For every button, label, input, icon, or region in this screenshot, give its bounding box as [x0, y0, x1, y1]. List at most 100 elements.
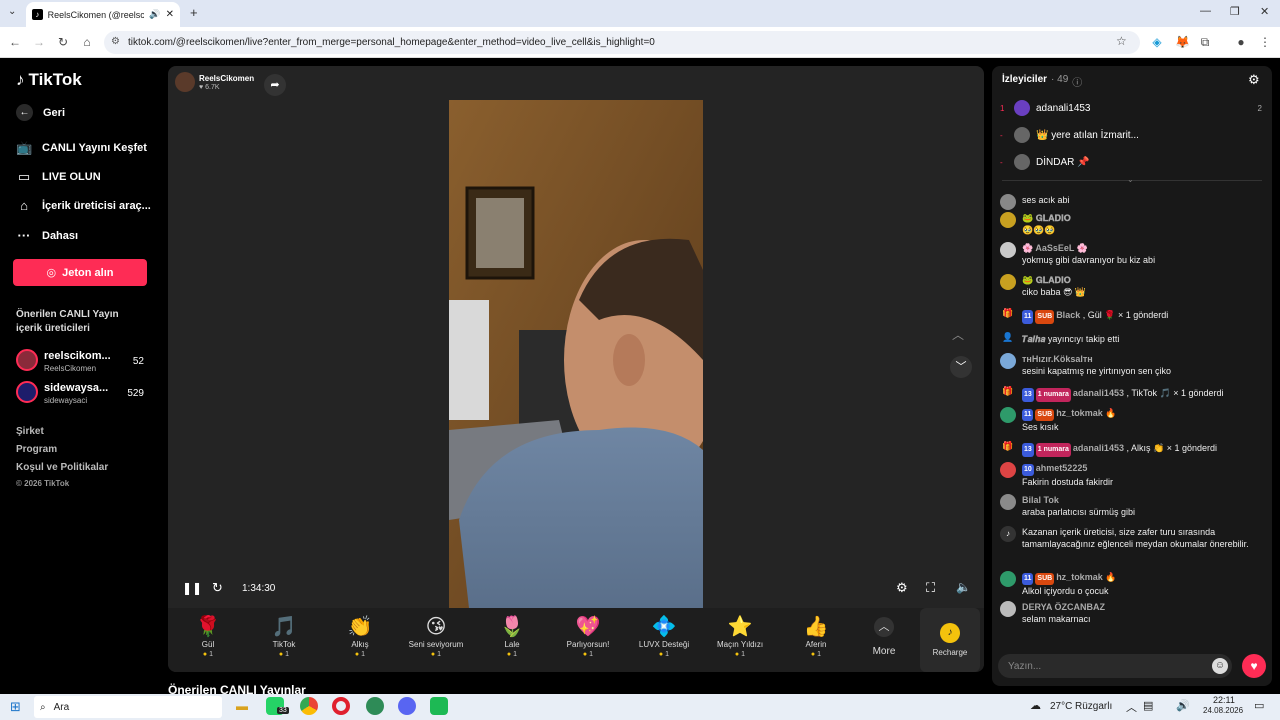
- username[interactable]: hz_tokmak 🔥: [1056, 408, 1116, 418]
- gift-cost: 1: [781, 651, 851, 658]
- site-info-icon[interactable]: ⚙: [111, 36, 120, 47]
- host-avatar[interactable]: [175, 72, 195, 92]
- emoji-icon[interactable]: ☺: [1212, 658, 1228, 674]
- avatar: [1000, 242, 1016, 258]
- tab-list-icon[interactable]: ⌄: [8, 6, 16, 17]
- gift-item[interactable]: ⭐ Maçın Yıldızı 1: [705, 614, 775, 658]
- collapse-chevron-icon[interactable]: ⌄: [1127, 175, 1134, 184]
- username[interactable]: 🐸 𝐆𝐋𝐀𝐃𝐈𝐎: [1022, 275, 1071, 285]
- app-icon[interactable]: [430, 697, 448, 715]
- nav-explore-live[interactable]: 📺 CANLI Yayını Keşfet: [16, 140, 147, 156]
- back-link[interactable]: ← Geri: [16, 104, 65, 121]
- username[interactable]: adanali1453: [1073, 388, 1124, 398]
- creator-handle: ReelsCikomen: [44, 364, 97, 373]
- restore-icon[interactable]: ❐: [1230, 5, 1240, 18]
- nav-go-live[interactable]: ▭ LIVE OLUN: [16, 169, 101, 185]
- close-window-icon[interactable]: ✕: [1260, 5, 1269, 18]
- notifications-icon[interactable]: ▭: [1254, 699, 1264, 712]
- windows-start-icon[interactable]: ⊞: [10, 699, 21, 715]
- taskbar-search[interactable]: ⌕ Ara: [34, 696, 222, 718]
- chrome-icon[interactable]: [300, 697, 318, 715]
- gift-item[interactable]: 💖 Parlıyorsun! 1: [553, 614, 623, 658]
- footer-terms-link[interactable]: Koşul ve Politikalar: [16, 462, 108, 473]
- suggested-creator[interactable]: sidewaysa... sidewaysaci 529: [16, 380, 148, 408]
- app-icon[interactable]: [366, 697, 384, 715]
- home-icon[interactable]: ⌂: [80, 35, 94, 49]
- username[interactable]: 𝑻𝒂𝒍𝒉𝒂: [1022, 334, 1045, 344]
- footer-company-link[interactable]: Şirket: [16, 426, 44, 437]
- username[interactable]: adanali1453: [1073, 443, 1124, 453]
- nav-creator-tools[interactable]: ⌂ İçerik üreticisi araç...: [16, 198, 151, 213]
- extension-icon[interactable]: ◈: [1150, 35, 1164, 49]
- top-viewer-row[interactable]: 1 adanali1453 2: [1000, 100, 1262, 116]
- fullscreen-icon[interactable]: ⛶: [926, 580, 935, 596]
- gift-item[interactable]: 🌹 Gül 1: [173, 614, 243, 658]
- forward-icon[interactable]: →: [32, 35, 46, 49]
- speaker-tray-icon[interactable]: 🔊: [1176, 699, 1190, 712]
- chat-message: 🐸 𝐆𝐋𝐀𝐃𝐈𝐎 🥹🥹🥹: [1000, 212, 1262, 236]
- next-stream-icon[interactable]: ﹀: [950, 356, 972, 378]
- discord-icon[interactable]: [398, 697, 416, 715]
- username[interactable]: тнHızır.Köksalтн: [1022, 354, 1093, 364]
- username[interactable]: Bilal Tok: [1022, 495, 1059, 505]
- username[interactable]: hz_tokmak 🔥: [1056, 572, 1116, 582]
- get-coins-button[interactable]: ◎ Jeton alın: [13, 259, 147, 286]
- thumbs-up-icon: 👍: [803, 616, 829, 638]
- user-badge: SUB: [1035, 310, 1055, 324]
- more-gifts-button[interactable]: ︿ More: [849, 614, 919, 657]
- opera-icon[interactable]: [332, 697, 350, 715]
- profile-icon[interactable]: ●: [1234, 35, 1248, 49]
- settings-icon[interactable]: ⚙: [896, 580, 908, 596]
- creator-handle: sidewaysaci: [44, 396, 88, 405]
- nav-more[interactable]: ··· Dahası: [16, 228, 79, 243]
- gift-item[interactable]: 👏 Alkış 1: [325, 614, 395, 658]
- footer-program-link[interactable]: Program: [16, 444, 57, 455]
- pause-icon[interactable]: ❚❚: [182, 581, 202, 595]
- refresh-icon[interactable]: ↻: [212, 580, 223, 596]
- host-name[interactable]: ReelsCikomen: [199, 74, 254, 83]
- browser-tab[interactable]: ♪ ReelsCikomen (@reelscikomen) 🔊 ✕: [26, 2, 180, 27]
- file-explorer-icon[interactable]: ▬: [236, 699, 248, 713]
- username[interactable]: DERYA ÖZCANBAZ: [1022, 602, 1105, 612]
- url-field[interactable]: ⚙ tiktok.com/@reelscikomen/live?enter_fr…: [104, 31, 1140, 54]
- gift-item[interactable]: 😘 Seni seviyorum 1: [401, 614, 471, 658]
- share-icon[interactable]: ➦: [264, 74, 286, 96]
- viewers-header[interactable]: İzleyiciler · 49 ⓘ: [1002, 74, 1082, 89]
- like-heart-button[interactable]: ♥: [1242, 654, 1266, 678]
- coin-icon: ♪: [920, 616, 980, 643]
- gift-item[interactable]: 🌷 Lale 1: [477, 614, 547, 658]
- video-stream[interactable]: [449, 100, 703, 608]
- volume-icon[interactable]: 🔈: [956, 580, 971, 594]
- more-label: More: [872, 646, 896, 657]
- new-tab-icon[interactable]: +: [190, 5, 198, 20]
- gift-item[interactable]: 💠 LUVX Desteği 1: [629, 614, 699, 658]
- username[interactable]: 🐸 𝐆𝐋𝐀𝐃𝐈𝐎: [1022, 213, 1071, 223]
- username[interactable]: 🌸 AaSsEeL 🌸: [1022, 243, 1088, 253]
- extensions-puzzle-icon[interactable]: ⧉: [1198, 35, 1212, 50]
- recharge-button[interactable]: ♪ Recharge: [920, 608, 980, 672]
- suggested-creator[interactable]: reelscikom... ReelsCikomen 52: [16, 348, 148, 376]
- tiktok-logo[interactable]: ♪ TikTok: [16, 70, 82, 90]
- tray-chevron-icon[interactable]: ︿: [1126, 699, 1137, 715]
- minimize-icon[interactable]: —: [1200, 5, 1211, 17]
- bookmark-star-icon[interactable]: ☆: [1116, 34, 1127, 48]
- info-icon[interactable]: ⓘ: [1072, 74, 1082, 89]
- reload-icon[interactable]: ↻: [56, 35, 70, 49]
- close-tab-icon[interactable]: ✕: [166, 9, 174, 20]
- metamask-icon[interactable]: 🦊: [1175, 35, 1190, 49]
- weather-temp: 27°C: [1050, 701, 1073, 712]
- top-viewer-row[interactable]: - 👑 уеrе atılan İzmarit...: [1000, 127, 1262, 143]
- top-viewer-row[interactable]: - DİNDAR 📌: [1000, 154, 1262, 170]
- username[interactable]: Black: [1056, 310, 1080, 320]
- chat-settings-icon[interactable]: ⚙: [1248, 72, 1260, 88]
- browser-menu-icon[interactable]: ⋮: [1258, 35, 1272, 49]
- back-icon[interactable]: ←: [8, 35, 22, 49]
- message-text: araba parlatıcısı sürmüş gibi: [1022, 507, 1136, 517]
- gift-item[interactable]: 👍 Aferin 1: [781, 614, 851, 658]
- gift-item[interactable]: 🎵 TikTok 1: [249, 614, 319, 658]
- weather-icon[interactable]: ☁: [1030, 699, 1041, 712]
- chat-input[interactable]: Yazın... ☺: [998, 654, 1232, 678]
- username[interactable]: ahmet52225: [1036, 463, 1088, 473]
- previous-stream-icon[interactable]: ︿: [952, 326, 964, 343]
- network-icon[interactable]: ▤: [1143, 699, 1153, 712]
